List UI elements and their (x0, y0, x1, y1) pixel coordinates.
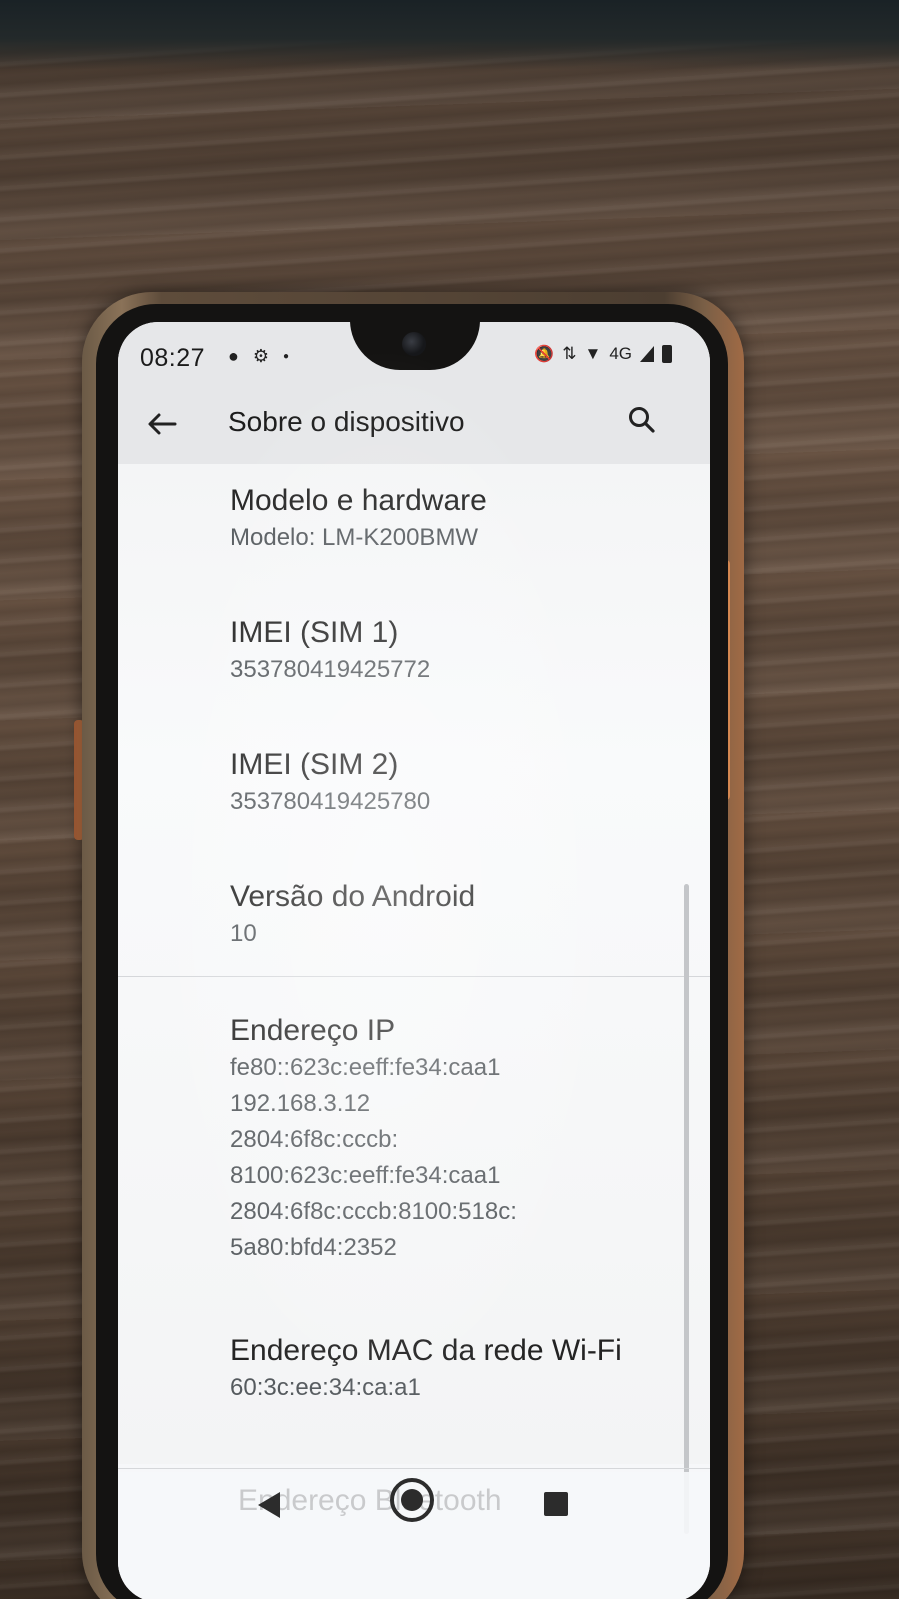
search-icon[interactable] (626, 404, 666, 444)
item-title: Modelo e hardware (230, 484, 487, 517)
item-title: IMEI (SIM 1) (230, 616, 399, 649)
status-notification-icons: ● ⚙ ● (228, 346, 289, 367)
chat-bubble-icon: ● (228, 346, 239, 366)
item-title: IMEI (SIM 2) (230, 748, 399, 781)
app-notification-icon: ⚙ (252, 346, 270, 366)
phone-screen: 08:27 ● ⚙ ● 🔕 ⇅ ▼ 4G Sobre o dispositivo (118, 322, 710, 1599)
home-dot (401, 1489, 423, 1511)
nav-divider (118, 1468, 710, 1469)
top-dark-object (0, 0, 899, 70)
more-notifications-icon: ● (283, 351, 290, 362)
signal-icon (640, 346, 654, 362)
battery-icon (662, 345, 672, 363)
list-item-imei-sim1[interactable]: IMEI (SIM 1) 353780419425772 (230, 614, 690, 688)
list-item-ip-address[interactable]: Endereço IP fe80::623c:eeff:fe34:caa1 19… (230, 1012, 690, 1266)
list-item-imei-sim2[interactable]: IMEI (SIM 2) 353780419425780 (230, 746, 690, 820)
item-value: 353780419425772 (230, 656, 431, 683)
mute-icon: 🔕 (534, 346, 555, 363)
item-title: Endereço IP (230, 1014, 396, 1047)
scrollbar[interactable] (684, 884, 689, 1534)
data-arrows-icon: ⇅ (562, 344, 577, 363)
network-type: 4G (609, 344, 632, 363)
wifi-icon: ▼ (584, 344, 602, 363)
item-value: Modelo: LM-K200BMW (230, 524, 479, 551)
app-bar: Sobre o dispositivo (118, 388, 710, 464)
arrow-left-icon[interactable] (140, 402, 184, 446)
item-title: Endereço MAC da rede Wi-Fi (230, 1334, 622, 1367)
status-system-icons: 🔕 ⇅ ▼ 4G (534, 344, 672, 364)
list-item-android-version[interactable]: Versão do Android 10 (230, 878, 690, 952)
item-value: 353780419425780 (230, 788, 431, 815)
list-item-wifi-mac[interactable]: Endereço MAC da rede Wi-Fi 60:3c:ee:34:c… (230, 1332, 690, 1406)
item-value: 60:3c:ee:34:ca:a1 (230, 1374, 421, 1401)
list-item-model[interactable]: Modelo e hardware Modelo: LM-K200BMW (230, 482, 690, 556)
item-value: fe80::623c:eeff:fe34:caa1 192.168.3.12 2… (230, 1054, 517, 1261)
item-value: 10 (230, 920, 257, 947)
home-circle-icon[interactable] (390, 1478, 434, 1522)
section-divider (118, 976, 710, 977)
square-recent-icon[interactable] (544, 1492, 568, 1516)
status-time: 08:27 (140, 344, 206, 372)
front-camera (402, 332, 426, 356)
item-title: Versão do Android (230, 880, 476, 913)
triangle-back-icon[interactable] (258, 1492, 280, 1518)
page-title: Sobre o dispositivo (228, 406, 465, 437)
